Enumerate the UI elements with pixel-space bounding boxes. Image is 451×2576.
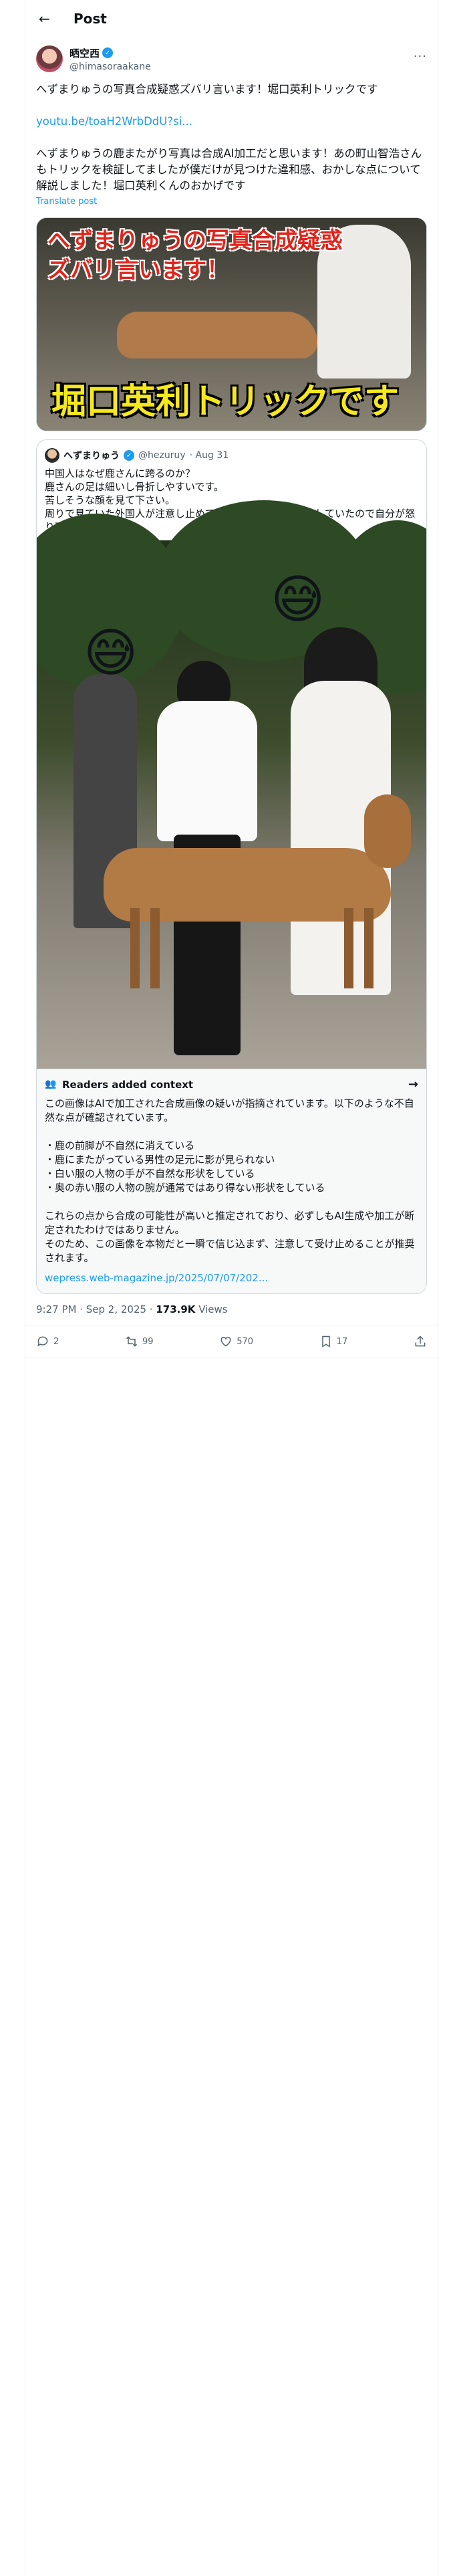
right-rail — [438, 0, 451, 2576]
author-handle[interactable]: @himasoraakane — [69, 62, 151, 72]
quoted-author-name: へずまりゅう — [63, 451, 120, 461]
verified-icon: ✓ — [124, 450, 134, 461]
verified-icon: ✓ — [102, 47, 114, 58]
views-label: Views — [195, 1303, 228, 1315]
post-timestamp[interactable]: 9:27 PM · Sep 2, 2025 · — [36, 1303, 156, 1315]
repost-icon — [126, 1336, 137, 1347]
quoted-post-header: へずまりゅう ✓ @hezuruy · Aug 31 — [37, 440, 426, 463]
sweat-smile-emoji-icon: 😅 — [271, 570, 325, 630]
like-count: 570 — [237, 1336, 254, 1347]
people-icon: 👥 — [45, 1078, 57, 1089]
bookmark-button[interactable]: 17 — [319, 1335, 348, 1348]
more-options-icon[interactable]: ··· — [414, 49, 427, 64]
context-source-link[interactable]: wepress.web-magazine.jp/2025/07/07/202..… — [45, 1272, 418, 1284]
post-line1: へずまりゅうの写真合成疑惑ズバリ言います！堀口英利トリックです — [36, 83, 378, 96]
heart-icon — [220, 1336, 231, 1347]
reply-icon — [37, 1336, 48, 1347]
like-button[interactable]: 570 — [219, 1335, 253, 1348]
translate-post-link[interactable]: Translate post — [25, 194, 438, 207]
avatar[interactable] — [36, 45, 63, 72]
reply-button[interactable]: 2 — [36, 1335, 59, 1348]
post-link[interactable]: youtu.be/toaH2WrbDdU?si... — [36, 115, 192, 128]
bookmark-count: 17 — [336, 1336, 348, 1347]
repost-count: 99 — [142, 1336, 154, 1347]
quoted-post[interactable]: へずまりゅう ✓ @hezuruy · Aug 31 中国人はなぜ鹿さんに跨るの… — [36, 439, 427, 1294]
quoted-post-date: · Aug 31 — [189, 450, 229, 461]
action-bar: 2 99 570 17 — [25, 1325, 438, 1358]
context-bullet: ・鹿の前脚が不自然に消えている — [45, 1140, 195, 1152]
thumbnail-caption-bottom: 堀口英利トリックです — [51, 382, 400, 422]
thumbnail-caption-line1: へずまりゅうの写真合成疑惑 — [47, 227, 343, 254]
share-icon — [415, 1335, 426, 1347]
readers-added-context[interactable]: 👥 Readers added context → この画像はAIで加工された合… — [37, 1069, 426, 1293]
context-bullets: ・鹿の前脚が不自然に消えている ・鹿にまたがっている男性の足元に影が見られない … — [45, 1139, 418, 1195]
back-arrow-icon[interactable]: ← — [39, 11, 53, 26]
context-bullet: ・白い服の人物の手が不自然な形状をしている — [45, 1168, 255, 1180]
view-count: 173.9K — [156, 1303, 196, 1315]
thumbnail-deer — [117, 312, 317, 358]
thumbnail-caption-line2: ズバリ言います！ — [47, 257, 229, 284]
share-button[interactable] — [414, 1335, 427, 1348]
reply-count: 2 — [53, 1336, 59, 1347]
repost-button[interactable]: 99 — [125, 1335, 154, 1348]
context-paragraph-2: これらの点から合成の可能性が高いと推定されており、必ずしもAI生成や加工が断定さ… — [45, 1210, 415, 1264]
post-meta: 9:27 PM · Sep 2, 2025 · 173.9K Views — [25, 1294, 438, 1325]
post-line2: へずまりゅうの鹿またがり写真は合成AI加工だと思います！あの町山智浩さんもトリッ… — [36, 147, 422, 192]
photo-deer — [63, 794, 411, 988]
quoted-avatar — [45, 448, 59, 463]
quoted-author-handle: @hezuruy — [138, 450, 186, 461]
context-bullet: ・奥の赤い服の人物の腕が通常ではあり得ない形状をしている — [45, 1182, 325, 1194]
author-row: 晒空西 ✓ @himasoraakane ··· — [25, 37, 438, 72]
context-paragraph-1: この画像はAIで加工された合成画像の疑いが指摘されています。以下のような不自然な… — [45, 1097, 414, 1123]
video-thumbnail[interactable]: へずまりゅうの写真合成疑惑 ズバリ言います！ 堀口英利トリックです — [36, 217, 427, 431]
post-column: ← Post 晒空西 ✓ @himasoraakane ··· へずまりゅうの写… — [25, 0, 438, 1358]
context-body: この画像はAIで加工された合成画像の疑いが指摘されています。以下のような不自然な… — [45, 1097, 418, 1265]
context-bullet: ・鹿にまたがっている男性の足元に影が見られない — [45, 1154, 275, 1166]
arrow-right-icon[interactable]: → — [408, 1077, 418, 1091]
bookmark-icon — [321, 1335, 330, 1348]
sweat-smile-emoji-icon: 😅 — [84, 623, 138, 683]
left-rail — [0, 0, 25, 2576]
quoted-photo[interactable]: 😅 😅 — [37, 500, 426, 1069]
author-name[interactable]: 晒空西 — [69, 46, 100, 60]
header: ← Post — [25, 0, 438, 37]
page-title: Post — [73, 11, 107, 27]
thumbnail-caption-top: へずまりゅうの写真合成疑惑 ズバリ言います！ — [47, 226, 343, 285]
post-text: へずまりゅうの写真合成疑惑ズバリ言います！堀口英利トリックです youtu.be… — [25, 72, 438, 194]
